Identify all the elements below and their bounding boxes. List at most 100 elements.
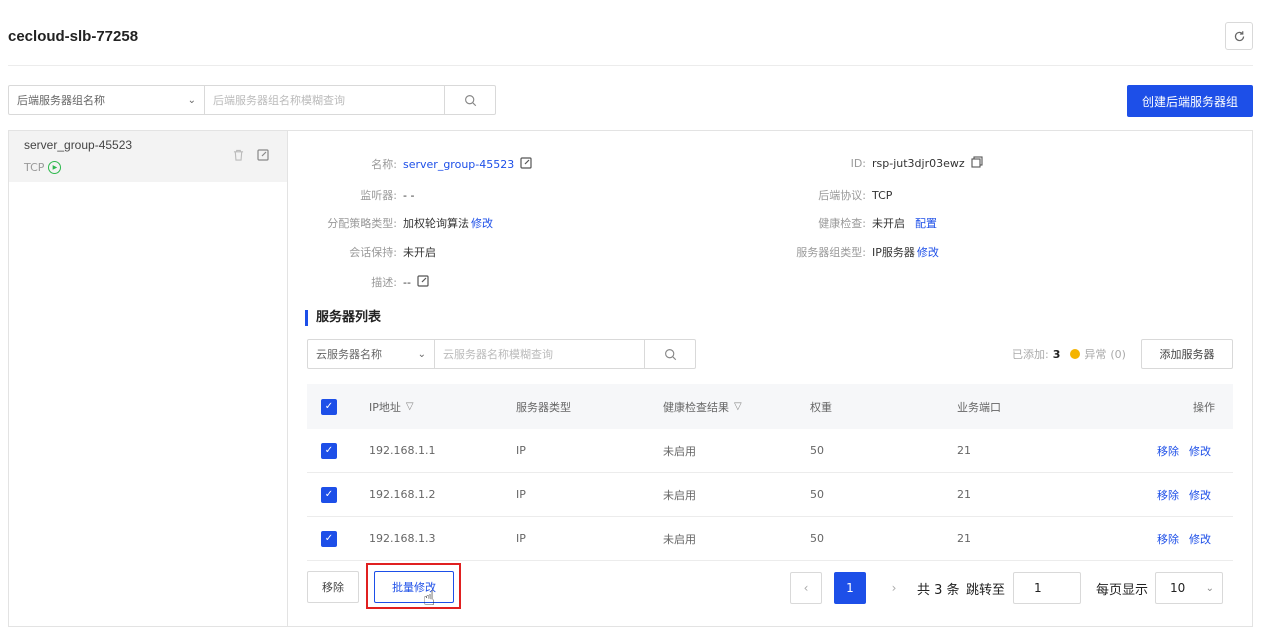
add-server-button[interactable]: 添加服务器 [1141,339,1233,369]
group-protocol-label: TCP [24,161,45,174]
create-group-button[interactable]: 创建后端服务器组 [1127,85,1253,117]
edit-icon[interactable] [257,149,269,164]
refresh-icon [1234,30,1244,41]
detail-desc-label: 描述: [371,276,397,289]
detail-strategy-value: 加权轮询算法 [403,217,469,230]
page-size-value: 10 [1170,581,1186,595]
copy-icon[interactable] [971,156,983,171]
chevron-down-icon: ⌄ [187,94,196,106]
group-search-input[interactable]: 后端服务器组名称模糊查询 [205,86,445,114]
filter-icon[interactable]: ▽ [406,401,414,412]
column-ip: IP地址 [369,400,401,414]
detail-type-row: 服务器组类型: IP服务器 修改 [756,244,939,260]
server-search-select-label: 云服务器名称 [316,348,382,361]
group-search-button[interactable] [445,86,495,114]
detail-listener-label: 监听器: [360,189,397,202]
column-weight: 权重 [810,400,832,414]
row-checkbox[interactable]: ✓ [321,530,337,547]
row-checkbox[interactable]: ✓ [321,442,337,459]
filter-icon[interactable]: ▽ [734,401,742,412]
detail-strategy-row: 分配策略类型: 加权轮询算法 修改 [287,215,493,231]
row-remove-link[interactable]: 移除 [1157,531,1179,547]
server-search-select[interactable]: 云服务器名称 ⌄ [308,340,435,368]
type-edit-link[interactable]: 修改 [917,244,939,260]
column-port: 业务端口 [957,400,1001,414]
row-edit-link[interactable]: 修改 [1189,487,1211,503]
select-all-checkbox[interactable]: ✓ [321,398,337,415]
chevron-down-icon: ⌄ [417,348,426,360]
detail-id-value: rsp-jut3djr03ewz [872,157,965,170]
detail-listener-row: 监听器: - - [287,187,414,203]
row-remove-link[interactable]: 移除 [1157,487,1179,503]
jump-input[interactable]: 1 [1013,572,1081,604]
play-icon: ▶ [48,161,62,174]
table-row: ✓ 192.168.1.2 IP 未启用 50 21 移除 修改 [307,473,1233,517]
detail-protocol-row: 后端协议: TCP [756,187,892,203]
group-list: server_group-45523 TCP ▶ [8,130,287,627]
group-search-select[interactable]: 后端服务器组名称 ⌄ [9,86,205,114]
total-count: 共 3 条 [917,583,960,598]
detail-desc-row: 描述: -- [287,274,429,290]
row-remove-link[interactable]: 移除 [1157,443,1179,459]
detail-health-row: 健康检查: 未开启 配置 [756,215,937,231]
row-health: 未启用 [663,532,696,546]
batch-edit-button[interactable]: 批量修改 [374,571,454,603]
detail-protocol-value: TCP [872,188,893,202]
page-number-current[interactable]: 1 [834,572,866,604]
table-header: ✓ IP地址 ▽ 服务器类型 健康检查结果 ▽ 权重 业务端口 操作 [307,384,1233,429]
detail-type-value: IP服务器 [872,246,915,259]
detail-protocol-label: 后端协议: [818,189,866,202]
detail-id-row: ID: rsp-jut3djr03ewz [756,156,983,171]
search-icon [464,94,476,106]
hand-cursor-icon: ☝ [423,586,436,610]
abnormal-label: 异常 [1084,348,1107,361]
next-page-button[interactable]: › [878,572,910,604]
group-search-select-label: 后端服务器组名称 [17,94,105,107]
detail-listener-value: - - [403,188,415,202]
group-protocol: TCP ▶ [24,161,62,174]
row-weight: 50 [810,532,824,545]
detail-name-label: 名称: [371,158,397,171]
trash-icon[interactable] [233,149,244,164]
row-health: 未启用 [663,444,696,458]
row-port: 21 [957,532,971,545]
server-search-button[interactable] [645,340,695,368]
table-row: ✓ 192.168.1.1 IP 未启用 50 21 移除 修改 [307,429,1233,473]
detail-type-label: 服务器组类型: [796,246,866,259]
edit-icon[interactable] [417,274,429,290]
group-list-item[interactable]: server_group-45523 TCP ▶ [9,131,287,182]
row-ip: 192.168.1.1 [369,444,436,457]
added-info: 已添加: 3 异常 (0) [1012,346,1126,362]
column-actions: 操作 [1193,400,1215,414]
strategy-edit-link[interactable]: 修改 [471,215,493,231]
detail-session-label: 会话保持: [349,246,397,259]
page-size-select[interactable]: 10 ⌄ [1155,572,1223,604]
row-edit-link[interactable]: 修改 [1189,443,1211,459]
refresh-button[interactable] [1225,22,1253,50]
detail-name-value: server_group-45523 [403,157,515,171]
detail-strategy-label: 分配策略类型: [327,217,397,230]
abnormal-count: (0) [1110,347,1126,361]
detail-health-label: 健康检查: [818,217,866,230]
added-count: 3 [1052,347,1061,361]
prev-page-button[interactable]: ‹ [790,572,822,604]
row-ip: 192.168.1.3 [369,532,436,545]
row-port: 21 [957,488,971,501]
detail-session-row: 会话保持: 未开启 [287,244,436,260]
row-ip: 192.168.1.2 [369,488,436,501]
row-edit-link[interactable]: 修改 [1189,531,1211,547]
row-type: IP [516,488,526,501]
header-divider [8,65,1253,66]
page-title: cecloud-slb-77258 [8,28,139,45]
detail-name-row: 名称: server_group-45523 [287,156,532,172]
bulk-remove-button[interactable]: 移除 [307,571,359,603]
row-health: 未启用 [663,488,696,502]
edit-icon[interactable] [520,156,532,172]
server-search-input[interactable]: 云服务器名称模糊查询 [435,340,645,368]
server-search: 云服务器名称 ⌄ 云服务器名称模糊查询 [307,339,696,369]
health-config-link[interactable]: 配置 [915,215,937,231]
row-weight: 50 [810,488,824,501]
table-row: ✓ 192.168.1.3 IP 未启用 50 21 移除 修改 [307,517,1233,561]
row-port: 21 [957,444,971,457]
row-checkbox[interactable]: ✓ [321,486,337,503]
